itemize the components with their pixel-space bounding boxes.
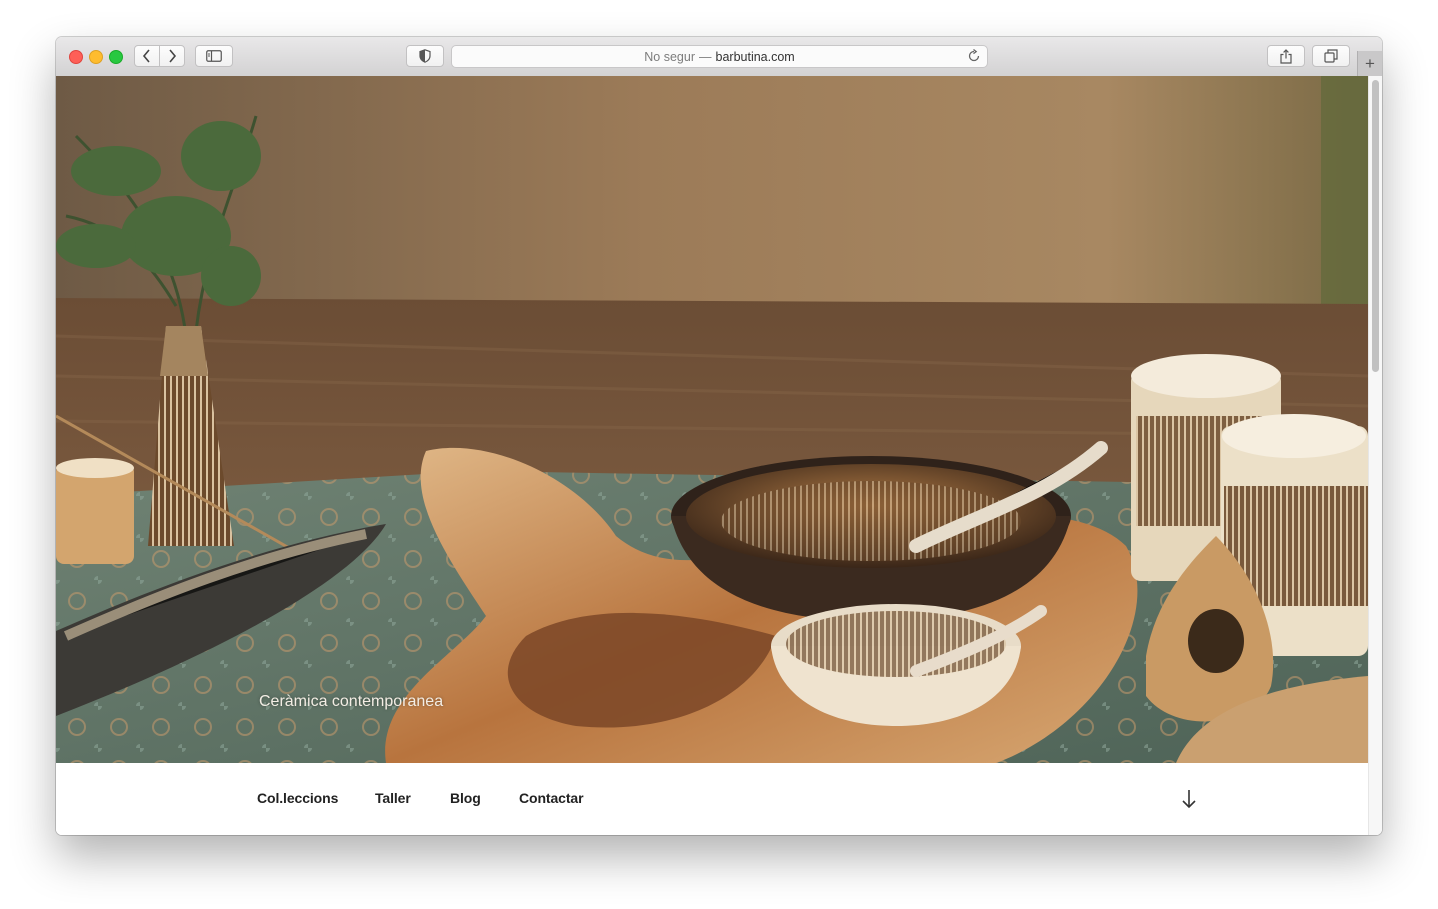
- nav-item-colleccions[interactable]: Col.leccions: [257, 790, 338, 806]
- address-bar[interactable]: No segur — barbutina.com: [451, 45, 988, 68]
- show-tabs-button[interactable]: [1312, 45, 1350, 67]
- reload-button[interactable]: [967, 48, 981, 66]
- arrow-down-icon: [1182, 790, 1196, 809]
- reload-icon: [968, 48, 980, 62]
- tabs-overview-icon: [1324, 49, 1338, 63]
- new-tab-button[interactable]: +: [1357, 51, 1382, 76]
- plus-icon: +: [1365, 53, 1375, 73]
- ceramics-photo: [56, 76, 1368, 763]
- page-scrollbar[interactable]: [1368, 76, 1382, 835]
- nav-item-taller[interactable]: Taller: [375, 790, 411, 806]
- page-viewport: Ceràmica contemporanea Col.leccions Tall…: [56, 76, 1382, 835]
- shield-icon: [419, 49, 431, 63]
- close-window-button[interactable]: [69, 50, 83, 64]
- privacy-report-button[interactable]: [406, 45, 444, 67]
- site-tagline: Ceràmica contemporanea: [259, 693, 444, 710]
- browser-toolbar: No segur — barbutina.com +: [56, 37, 1382, 77]
- address-security-label: No segur: [644, 49, 695, 64]
- share-icon: [1280, 48, 1292, 64]
- main-navigation: Col.leccions Taller Blog Contactar: [56, 763, 1368, 835]
- browser-window: No segur — barbutina.com + Ceràmica cont…: [56, 37, 1382, 835]
- address-separator: —: [699, 49, 712, 64]
- chevron-right-icon: [169, 49, 177, 63]
- back-button[interactable]: [134, 45, 160, 67]
- scroll-down-button[interactable]: [1181, 789, 1197, 814]
- chevron-left-icon: [142, 49, 150, 63]
- nav-item-contactar[interactable]: Contactar: [519, 790, 584, 806]
- address-domain: barbutina.com: [715, 49, 795, 64]
- minimize-window-button[interactable]: [89, 50, 103, 64]
- sidebar-icon: [206, 50, 222, 62]
- zoom-window-button[interactable]: [109, 50, 123, 64]
- share-button[interactable]: [1267, 45, 1305, 67]
- hero-image: Ceràmica contemporanea: [56, 76, 1368, 763]
- forward-button[interactable]: [159, 45, 185, 67]
- nav-item-blog[interactable]: Blog: [450, 790, 481, 806]
- sidebar-toggle-button[interactable]: [195, 45, 233, 67]
- scrollbar-thumb[interactable]: [1372, 80, 1379, 372]
